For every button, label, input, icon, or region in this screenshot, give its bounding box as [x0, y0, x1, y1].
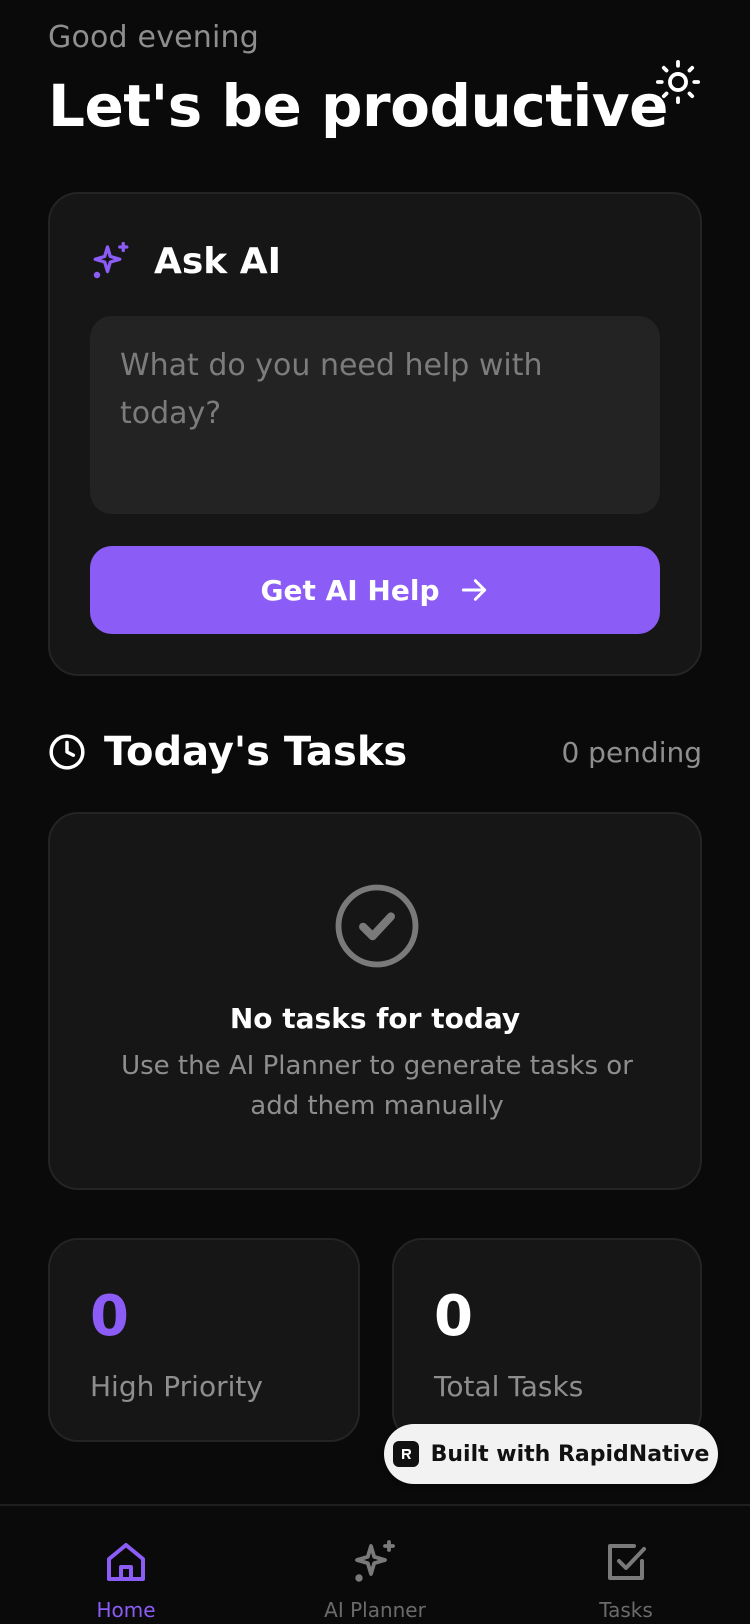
tasks-section-header: Today's Tasks 0 pending: [48, 724, 702, 780]
rapidnative-logo-icon: [392, 1441, 419, 1467]
empty-state-title: No tasks for today: [229, 1002, 521, 1035]
built-with-rapidnative-badge[interactable]: Built with RapidNative: [384, 1424, 718, 1484]
sparkles-icon: [93, 241, 129, 279]
nav-label-home: Home: [96, 1598, 156, 1622]
high-priority-stat-card: 0 High Priority: [48, 1238, 360, 1442]
high-priority-value: 0: [90, 1284, 129, 1349]
clock-icon: [49, 734, 85, 770]
nav-label-ai-planner: AI Planner: [324, 1598, 426, 1622]
checkbox-icon: [608, 1544, 646, 1580]
empty-state-subtitle: Use the AI Planner to generate tasks or …: [121, 1051, 633, 1121]
empty-tasks-card: No tasks for today Use the AI Planner to…: [48, 812, 702, 1190]
ask-ai-card: Ask AI Get AI Help: [48, 192, 702, 676]
nav-label-tasks: Tasks: [599, 1598, 653, 1622]
total-tasks-value: 0: [434, 1284, 473, 1349]
ask-ai-input[interactable]: [90, 316, 660, 514]
theme-toggle-button[interactable]: [652, 56, 704, 108]
bottom-navigation: Home AI Planner Tasks: [0, 1504, 750, 1624]
total-tasks-label: Total Tasks: [434, 1370, 584, 1403]
get-ai-help-label: Get AI Help: [260, 573, 440, 607]
tasks-title: Today's Tasks: [104, 729, 408, 775]
nav-item-ai-planner[interactable]: AI Planner: [275, 1506, 475, 1624]
greeting-text: Good evening: [48, 20, 260, 55]
high-priority-label: High Priority: [90, 1370, 263, 1403]
ask-ai-title: Ask AI: [154, 240, 282, 282]
home-icon: [107, 1543, 145, 1581]
page-title: Let's be productive: [48, 72, 668, 140]
pending-count: 0 pending: [561, 736, 702, 769]
sparkles-icon: [355, 1540, 395, 1582]
check-circle-icon: [335, 884, 419, 968]
total-tasks-stat-card: 0 Total Tasks: [392, 1238, 702, 1442]
built-with-label: Built with RapidNative: [430, 1441, 710, 1467]
nav-item-tasks[interactable]: Tasks: [526, 1506, 726, 1624]
get-ai-help-button[interactable]: Get AI Help: [90, 546, 660, 634]
sun-icon: [655, 59, 701, 105]
ask-ai-header: Ask AI: [90, 240, 281, 282]
arrow-right-icon: [461, 579, 486, 601]
nav-item-home[interactable]: Home: [26, 1506, 226, 1624]
